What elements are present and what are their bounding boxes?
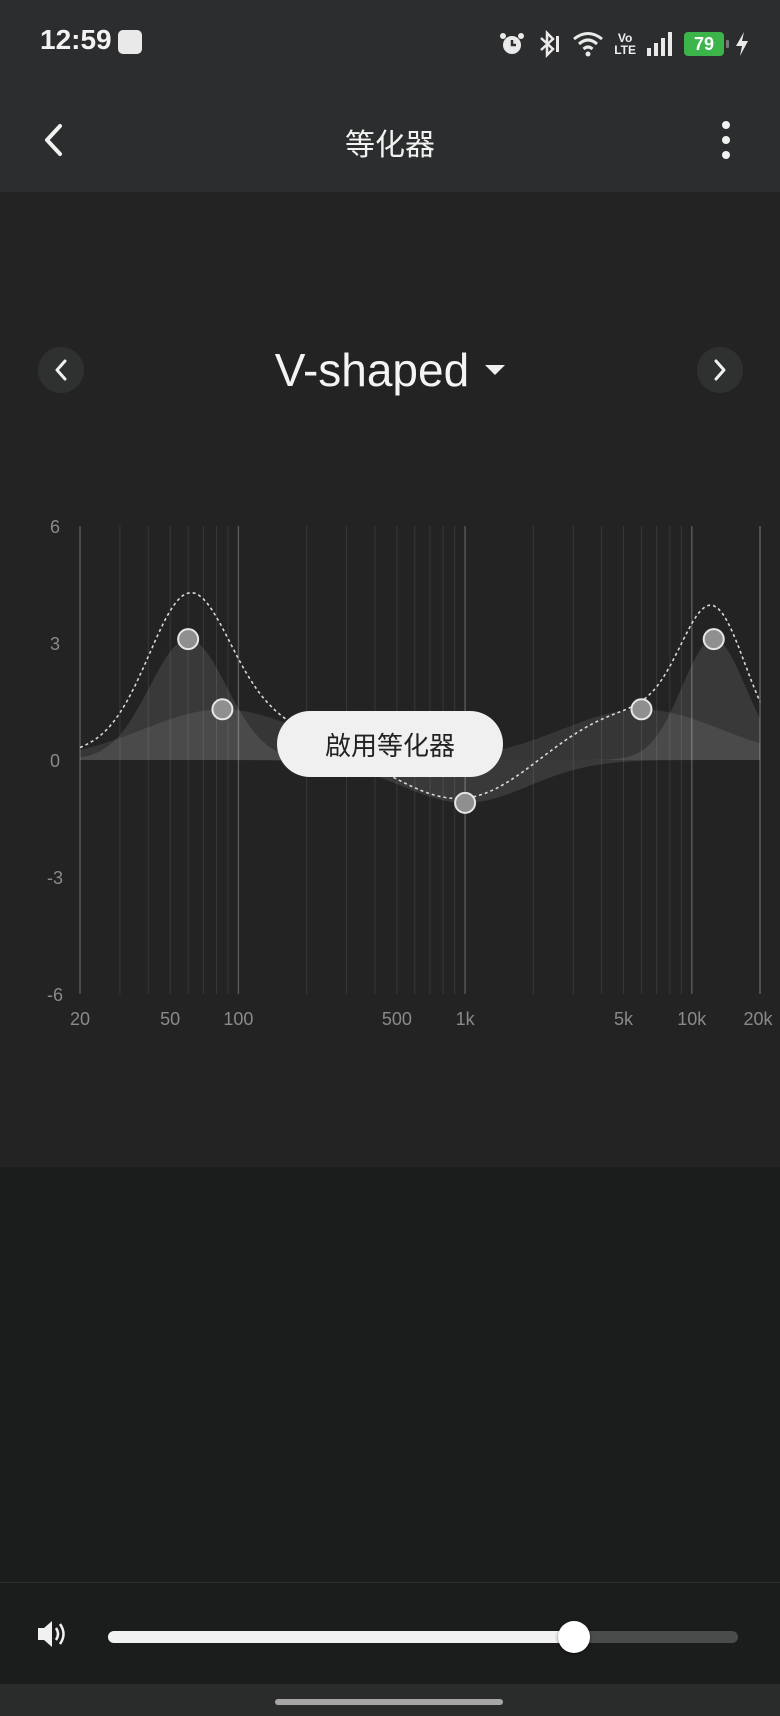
- preset-name: V-shaped: [274, 344, 470, 396]
- signal-icon: [647, 32, 672, 56]
- previous-preset-button[interactable]: [38, 347, 84, 393]
- battery-icon: 79: [684, 32, 729, 56]
- chevron-left-icon: [55, 359, 67, 381]
- x-tick-label: 10k: [677, 1009, 707, 1029]
- bluetooth-icon: [540, 30, 560, 58]
- more-vertical-icon: [722, 121, 730, 159]
- volume-bar: [0, 1582, 780, 1685]
- wifi-icon: [573, 32, 604, 57]
- y-tick-label: -6: [47, 985, 63, 1005]
- speaker-icon: [38, 1621, 65, 1647]
- x-tick-label: 1k: [456, 1009, 476, 1029]
- next-preset-button[interactable]: [697, 347, 743, 393]
- y-tick-label: 6: [50, 517, 60, 537]
- preset-dropdown[interactable]: V-shaped: [200, 337, 580, 403]
- x-axis-ticks: 20 50 100 500 1k 5k 10k 20k: [70, 1009, 774, 1029]
- band-handle[interactable]: [177, 628, 200, 651]
- enable-equalizer-button[interactable]: 啟用等化器: [277, 711, 503, 777]
- alarm-icon: [500, 33, 525, 54]
- x-tick-label: 50: [160, 1009, 180, 1029]
- band-handle[interactable]: [211, 698, 234, 721]
- home-indicator[interactable]: [275, 1699, 503, 1705]
- band-handle[interactable]: [630, 698, 653, 721]
- volte-icon: Vo LTE: [614, 32, 636, 56]
- x-tick-label: 20k: [743, 1009, 773, 1029]
- volte-bottom: LTE: [614, 43, 636, 57]
- caret-down-icon: [485, 365, 506, 375]
- y-tick-label: 0: [50, 751, 60, 771]
- x-tick-label: 500: [382, 1009, 412, 1029]
- volume-slider[interactable]: [108, 1621, 738, 1653]
- status-time: 12:59: [40, 24, 112, 55]
- y-axis-ticks: 6 3 0 -3 -6: [47, 517, 63, 1005]
- battery-level: 79: [693, 33, 715, 54]
- x-tick-label: 20: [70, 1009, 90, 1029]
- audio-technica-icon: [118, 30, 142, 54]
- y-tick-label: 3: [50, 634, 60, 654]
- band-handle[interactable]: [702, 628, 725, 651]
- x-tick-label: 100: [223, 1009, 253, 1029]
- page-title: 等化器: [345, 128, 435, 163]
- volume-slider-thumb[interactable]: [558, 1621, 591, 1653]
- more-options-button[interactable]: [706, 114, 746, 166]
- volume-slider-fill: [108, 1631, 575, 1643]
- lightning-icon: [736, 32, 748, 56]
- app-bar: 等化器: [0, 88, 780, 192]
- status-bar: 12:59 Vo LTE 79: [0, 0, 780, 88]
- equalizer-chart: 6 3 0 -3 -6 20 50 100 500 1k 5k 10k 20k: [47, 517, 774, 1029]
- chevron-right-icon: [714, 359, 726, 381]
- x-tick-label: 5k: [614, 1009, 634, 1029]
- band-handle[interactable]: [454, 791, 477, 814]
- status-icons: Vo LTE 79: [498, 26, 750, 62]
- y-tick-label: -3: [47, 868, 63, 888]
- navigation-bar: [0, 1684, 780, 1716]
